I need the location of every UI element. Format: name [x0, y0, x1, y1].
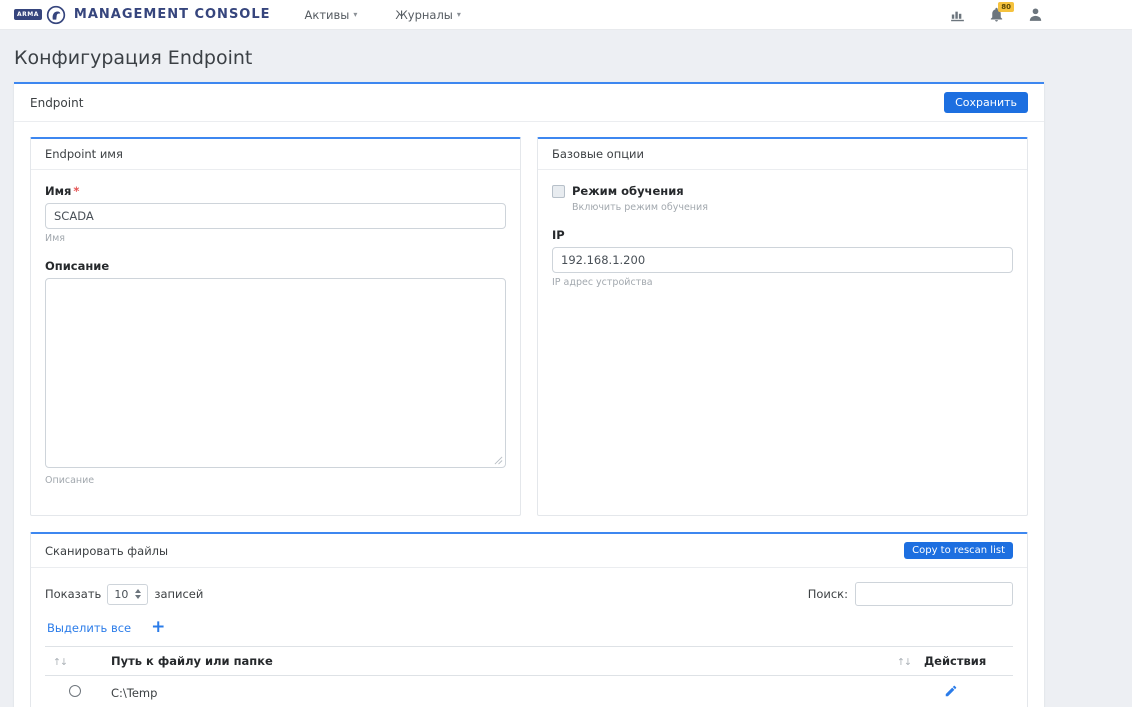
- ip-helper: IP адрес устройства: [552, 277, 1013, 288]
- main-content: Конфигурация Endpoint Endpoint Сохранить…: [14, 47, 1044, 707]
- edit-pencil-icon[interactable]: [944, 684, 958, 698]
- arma-logo-badge: ARMA: [14, 9, 42, 20]
- name-input[interactable]: [45, 203, 506, 229]
- description-textarea[interactable]: [45, 278, 506, 468]
- learning-mode-helper: Включить режим обучения: [572, 202, 1013, 213]
- page-size-select[interactable]: 10: [107, 584, 148, 605]
- select-column-header[interactable]: ↑↓: [45, 647, 103, 676]
- actions-column-header[interactable]: ↑↓ Действия: [889, 647, 1013, 676]
- menu-assets-label: Активы: [305, 8, 350, 22]
- add-path-button[interactable]: +: [151, 619, 165, 636]
- table-header-row: ↑↓ Путь к файлу или папке ↑↓ Действия: [45, 647, 1013, 676]
- scan-paths-table: ↑↓ Путь к файлу или папке ↑↓ Действия: [45, 646, 1013, 707]
- notification-count-badge: 80: [998, 2, 1014, 12]
- table-row[interactable]: C:\Temp: [45, 676, 1013, 707]
- notifications-button[interactable]: 80: [988, 6, 1005, 23]
- page-title: Конфигурация Endpoint: [14, 47, 1044, 69]
- resize-handle[interactable]: [494, 456, 503, 465]
- name-card-title: Endpoint имя: [31, 139, 520, 170]
- top-navbar: ARMA MANAGEMENT CONSOLE Активы ▾ Журналы…: [0, 0, 1132, 30]
- page-size-value: 10: [114, 588, 128, 601]
- ip-label: IP: [552, 228, 1013, 242]
- search-control: Поиск:: [808, 582, 1013, 606]
- name-helper: Имя: [45, 233, 506, 244]
- search-label: Поиск:: [808, 587, 848, 601]
- row-select-radio[interactable]: [69, 685, 81, 697]
- chevron-down-icon: ▾: [353, 10, 357, 19]
- required-asterisk: *: [73, 184, 79, 198]
- copy-to-rescan-button[interactable]: Copy to rescan list: [904, 542, 1013, 559]
- actions-column-label: Действия: [924, 654, 986, 668]
- scan-files-title: Сканировать файлы: [45, 544, 168, 558]
- sort-icon: ↑↓: [897, 657, 911, 668]
- show-label: Показать: [45, 587, 101, 601]
- endpoint-card-body: Endpoint имя Имя* Имя Описание: [14, 122, 1044, 707]
- scan-files-card: Сканировать файлы Copy to rescan list По…: [30, 532, 1028, 707]
- main-menu: Активы ▾ Журналы ▾: [305, 8, 461, 22]
- name-label-text: Имя: [45, 184, 71, 198]
- description-label: Описание: [45, 259, 506, 273]
- path-cell: C:\Temp: [103, 676, 889, 707]
- select-all-link[interactable]: Выделить все: [47, 621, 131, 635]
- name-card: Endpoint имя Имя* Имя Описание: [30, 137, 521, 516]
- endpoint-card: Endpoint Сохранить Endpoint имя Имя* Имя…: [14, 82, 1044, 707]
- endpoint-card-title: Endpoint: [30, 96, 83, 110]
- page-size-control: Показать 10 записей: [45, 584, 203, 605]
- sort-icon: ↑↓: [53, 657, 67, 668]
- search-input[interactable]: [855, 582, 1013, 606]
- ip-input[interactable]: [552, 247, 1013, 273]
- chevron-down-icon: ▾: [457, 10, 461, 19]
- menu-journals-label: Журналы: [395, 8, 453, 22]
- options-card: Базовые опции Режим обучения Включить ре…: [537, 137, 1028, 516]
- menu-assets[interactable]: Активы ▾: [305, 8, 358, 22]
- scan-files-header: Сканировать файлы Copy to rescan list: [31, 534, 1027, 568]
- user-icon[interactable]: [1027, 6, 1044, 23]
- description-helper: Описание: [45, 475, 506, 486]
- navbar-actions: 80: [949, 6, 1044, 23]
- menu-journals[interactable]: Журналы ▾: [395, 8, 461, 22]
- spinner-icon: [135, 589, 141, 599]
- entries-label: записей: [154, 587, 203, 601]
- endpoint-card-header: Endpoint Сохранить: [14, 84, 1044, 122]
- name-label: Имя*: [45, 184, 506, 198]
- learning-mode-checkbox[interactable]: [552, 185, 565, 198]
- arma-helmet-icon: [46, 5, 66, 25]
- learning-mode-label: Режим обучения: [572, 184, 684, 198]
- options-card-title: Базовые опции: [538, 139, 1027, 170]
- save-button[interactable]: Сохранить: [944, 92, 1028, 113]
- brand-title: MANAGEMENT CONSOLE: [74, 7, 271, 22]
- path-column-header[interactable]: Путь к файлу или папке: [103, 647, 889, 676]
- chart-icon[interactable]: [949, 6, 966, 23]
- brand[interactable]: ARMA MANAGEMENT CONSOLE: [14, 5, 271, 25]
